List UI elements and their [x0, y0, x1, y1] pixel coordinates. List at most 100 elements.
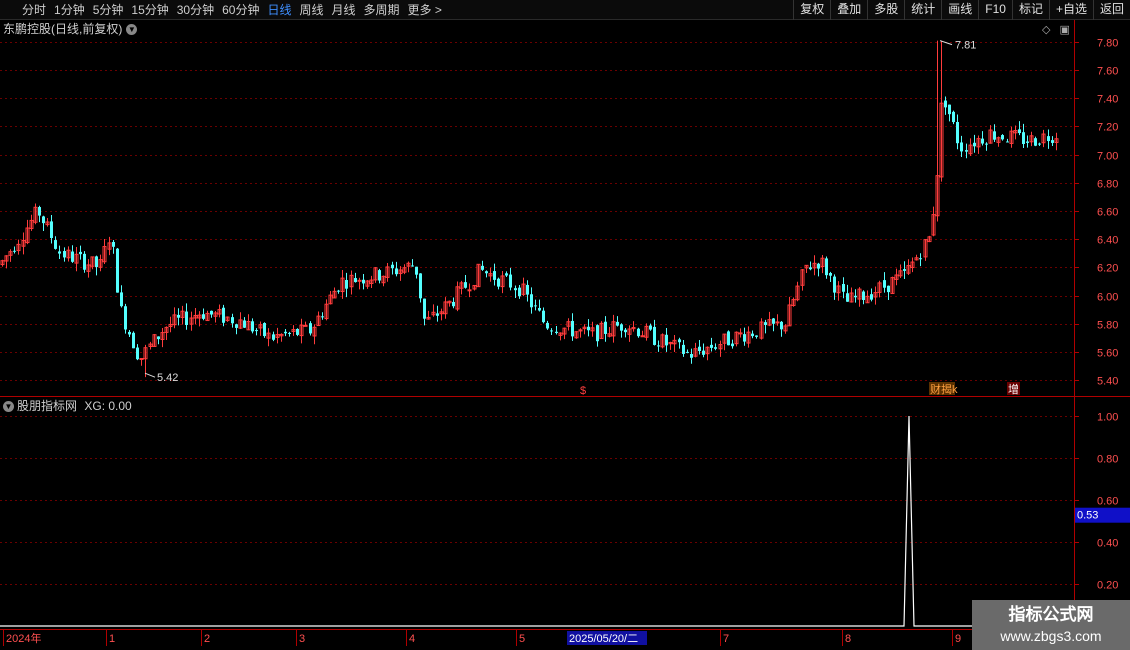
candle-body	[596, 325, 599, 342]
candle-body	[1038, 143, 1041, 145]
multi-stock-button[interactable]: 多股	[867, 0, 904, 20]
candle-body	[682, 344, 685, 354]
candle-body	[616, 321, 619, 326]
candle-body	[263, 323, 266, 337]
chart-canvas[interactable]: 7.80 7.60 7.40 7.20 7.00 6.80 6.60 6.40 6.20 6.00…	[0, 0, 1130, 650]
candle-body	[854, 295, 857, 298]
candle-body	[132, 332, 135, 349]
candle-body	[38, 207, 41, 216]
draw-line-button[interactable]: 画线	[941, 0, 978, 20]
maximize-icon[interactable]: ▣	[1060, 24, 1070, 36]
candle-body	[321, 316, 324, 318]
candle-body	[714, 347, 717, 349]
candle-body	[919, 258, 922, 260]
panel-window-icons[interactable]: ◇ ▣	[1042, 23, 1070, 36]
candle-body	[952, 111, 955, 123]
tab-fenshi[interactable]: 分时	[22, 0, 46, 20]
candle-body	[1006, 141, 1009, 143]
date-tick-label: 5	[519, 633, 525, 645]
candle-body	[1022, 132, 1025, 145]
low-marker-arrow	[144, 372, 156, 378]
tab-more[interactable]: 更多 >	[408, 0, 442, 20]
candle-body	[485, 271, 488, 274]
tab-60min[interactable]: 60分钟	[222, 0, 259, 20]
candle-body	[960, 142, 963, 152]
candle-body	[751, 333, 754, 337]
add-watchlist-button[interactable]: +自选	[1048, 0, 1093, 20]
price-tick-label: 5.40	[1097, 376, 1118, 388]
candle-body	[738, 332, 743, 335]
candle-body	[243, 320, 246, 328]
chevron-down-icon[interactable]: ▼	[3, 401, 14, 413]
back-button[interactable]: 返回	[1092, 0, 1130, 20]
date-tick-label: 8	[845, 633, 851, 645]
price-tick-label: 5.80	[1097, 320, 1118, 332]
candle-body	[956, 121, 959, 144]
candle-body	[1018, 129, 1021, 134]
candle-body	[481, 265, 484, 270]
candle-body	[550, 330, 553, 332]
date-tick-label: 9	[955, 633, 961, 645]
f10-button[interactable]: F10	[978, 0, 1012, 20]
candle-body	[657, 345, 660, 347]
candle-body	[378, 270, 381, 281]
tab-1min[interactable]: 1分钟	[54, 0, 85, 20]
candle-body	[185, 311, 188, 326]
candle-body	[235, 324, 238, 328]
candle-body	[436, 313, 439, 316]
xg-indicator-line	[0, 415, 1074, 627]
candle-body	[50, 221, 53, 239]
candle-body	[303, 324, 308, 327]
tab-multi-period[interactable]: 多周期	[364, 0, 400, 20]
candle-body	[128, 331, 131, 335]
statistics-button[interactable]: 统计	[904, 0, 941, 20]
price-tick-label: 6.00	[1097, 292, 1118, 304]
candle-body	[526, 284, 529, 295]
candle-body	[546, 322, 549, 329]
tab-5min[interactable]: 5分钟	[93, 0, 124, 20]
tab-daily[interactable]: 日线	[267, 0, 291, 20]
candle-body	[965, 150, 968, 152]
price-tick-label: 5.60	[1097, 348, 1118, 360]
candle-body	[620, 324, 623, 331]
mark-button[interactable]: 标记	[1011, 0, 1049, 20]
candle-body	[534, 305, 537, 307]
candle-body	[514, 288, 517, 291]
restore-rights-button[interactable]: 复权	[793, 0, 830, 20]
indicator-name: 股朋指标网	[17, 399, 78, 413]
candle-body	[985, 143, 988, 145]
diamond-icon[interactable]: ◇	[1042, 24, 1050, 36]
candle-body	[345, 280, 348, 289]
candle-body	[202, 314, 205, 319]
chevron-down-icon[interactable]: ▼	[126, 24, 138, 36]
overlay-button[interactable]: 叠加	[830, 0, 867, 20]
tab-weekly[interactable]: 周线	[299, 0, 323, 20]
candle-body	[95, 256, 98, 268]
price-tick-label: 7.60	[1097, 66, 1118, 78]
candle-body	[362, 279, 365, 284]
indicator-tick-label: 0.80	[1097, 454, 1118, 466]
candle-body	[731, 343, 734, 347]
event-mark-finance: 财	[930, 382, 941, 396]
candle-body	[337, 290, 340, 292]
tab-15min[interactable]: 15分钟	[131, 0, 168, 20]
candle-body	[210, 310, 213, 315]
candle-body	[993, 131, 996, 140]
low-marker-label: 5.42	[157, 372, 178, 384]
candle-body	[624, 329, 627, 333]
cursor-date-label: 2025/05/20/二	[569, 633, 638, 645]
candle-body	[690, 354, 693, 358]
candle-body	[870, 294, 873, 300]
candle-body	[530, 294, 533, 308]
tab-30min[interactable]: 30分钟	[177, 0, 214, 20]
main-chart-title[interactable]: 东鹏控股(日线,前复权) ▼	[3, 21, 138, 37]
candle-body	[54, 240, 57, 249]
candle-body	[637, 328, 640, 337]
candle-body	[862, 291, 865, 301]
tab-monthly[interactable]: 月线	[332, 0, 356, 20]
candle-body	[665, 334, 668, 346]
candle-body	[542, 310, 545, 323]
indicator-panel-title[interactable]: ▼ 股朋指标网 XG: 0.00	[3, 398, 132, 414]
date-tick-label: 2	[204, 633, 210, 645]
watermark-title: 指标公式网	[1008, 605, 1094, 624]
